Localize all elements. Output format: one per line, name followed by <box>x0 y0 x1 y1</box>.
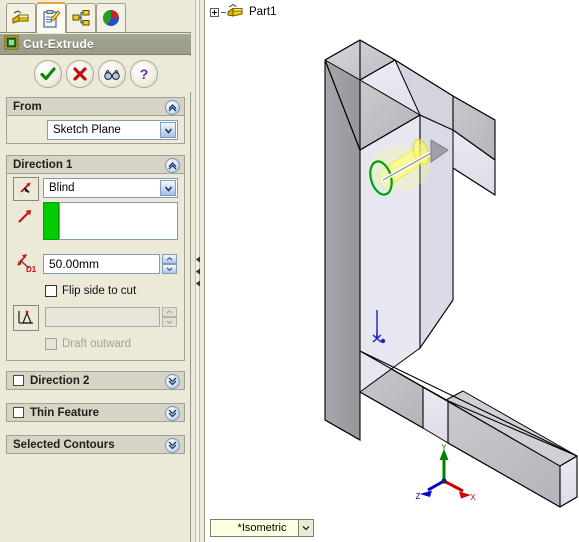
group-label-direction2: Direction 2 <box>30 374 90 387</box>
group-header-direction2[interactable]: Direction 2 <box>6 371 185 390</box>
draft-stepper-up <box>162 307 177 317</box>
depth-value: 50.00mm <box>49 257 100 271</box>
draft-stepper-down <box>162 317 177 327</box>
draft-angle-input <box>45 307 160 327</box>
flip-side-to-cut-checkbox[interactable]: Flip side to cut <box>45 285 136 297</box>
chevron-left-icon <box>195 280 200 286</box>
coordinate-triad: Y X Z <box>416 443 477 502</box>
reverse-direction-icon <box>17 179 35 200</box>
feature-title-bar: Cut-Extrude <box>0 34 191 55</box>
reverse-direction-button[interactable] <box>13 177 39 201</box>
svg-text:?: ? <box>139 66 148 82</box>
property-manager-actions: ? <box>0 56 191 92</box>
group-body-direction1: Blind D1 50.00mm Flip side to cut Draft … <box>6 174 185 361</box>
sidebar-item-feature-manager[interactable] <box>6 3 36 32</box>
depth-stepper-down[interactable] <box>162 264 177 274</box>
cut-extrude-icon <box>4 35 19 53</box>
start-condition-select[interactable]: Sketch Plane <box>47 120 178 140</box>
page-title: Cut-Extrude <box>23 37 94 51</box>
chevron-down-icon[interactable] <box>298 520 313 536</box>
chevron-left-icon <box>195 256 200 262</box>
panel-splitter[interactable] <box>191 0 205 542</box>
graphics-area[interactable]: Part1 Y X Z *Isometric <box>205 0 579 542</box>
view-orientation-select[interactable]: *Isometric <box>210 519 314 537</box>
group-header-from[interactable]: From <box>6 97 185 116</box>
collapse-chevron-up-icon[interactable] <box>165 100 180 115</box>
sidebar-item-configuration-manager[interactable] <box>66 3 96 32</box>
depth-input[interactable]: 50.00mm <box>43 254 160 274</box>
expand-chevron-down-icon[interactable] <box>165 374 180 389</box>
depth-d1-icon: D1 <box>13 252 39 277</box>
red-x-icon <box>71 65 89 83</box>
colored-cube-icon <box>101 9 121 27</box>
chevron-left-icon <box>195 268 200 274</box>
chevron-down-icon[interactable] <box>160 122 176 138</box>
draft-outward-label: Draft outward <box>62 338 132 350</box>
direction-arrow-icon <box>15 206 35 229</box>
group-label-selected-contours: Selected Contours <box>13 438 115 451</box>
glasses-icon <box>103 65 121 83</box>
solidworks-window: Cut-Extrude ? From Sketch Plane Directio… <box>0 0 579 542</box>
end-condition-select[interactable]: Blind <box>43 178 178 198</box>
3d-model-view[interactable] <box>205 0 579 542</box>
triad-x-label: X <box>470 493 476 502</box>
green-check-icon <box>39 65 57 83</box>
svg-text:D1: D1 <box>26 265 37 274</box>
group-header-direction1[interactable]: Direction 1 <box>6 155 185 174</box>
direction-vector-selection-box[interactable] <box>59 202 178 240</box>
checkbox-box <box>45 285 57 297</box>
depth-stepper[interactable] <box>162 254 177 274</box>
cancel-button[interactable] <box>65 60 94 88</box>
start-condition-value: Sketch Plane <box>53 124 121 136</box>
help-button[interactable]: ? <box>129 60 158 88</box>
clipboard-pencil-icon <box>41 9 61 29</box>
draft-outward-checkbox: Draft outward <box>45 338 131 350</box>
checkbox-box <box>45 338 57 350</box>
triad-z-label: Z <box>416 492 421 501</box>
draft-angle-stepper <box>162 307 177 327</box>
sidebar-item-display-manager[interactable] <box>96 3 126 32</box>
collapse-chevron-up-icon[interactable] <box>165 158 180 173</box>
expand-chevron-down-icon[interactable] <box>165 406 180 421</box>
group-body-from: Sketch Plane <box>6 116 185 144</box>
property-manager-panel: Cut-Extrude ? From Sketch Plane Directio… <box>0 0 191 542</box>
preview-button[interactable] <box>97 60 126 88</box>
end-condition-value: Blind <box>49 182 75 194</box>
draft-angle-icon <box>17 308 35 329</box>
chevron-down-icon[interactable] <box>160 180 176 196</box>
group-header-thin-feature[interactable]: Thin Feature <box>6 403 185 422</box>
ok-button[interactable] <box>33 60 62 88</box>
draft-angle-button[interactable] <box>13 305 39 331</box>
flip-side-to-cut-label: Flip side to cut <box>62 285 137 297</box>
sidebar-item-property-manager[interactable] <box>36 2 66 33</box>
view-orientation-value: *Isometric <box>237 522 287 534</box>
group-label-thin-feature: Thin Feature <box>30 406 100 419</box>
group-label-from: From <box>13 100 42 113</box>
triad-y-label: Y <box>441 443 447 452</box>
group-header-selected-contours[interactable]: Selected Contours <box>6 435 185 454</box>
question-mark-icon: ? <box>135 65 153 83</box>
manager-tab-strip <box>0 0 191 33</box>
direction-vector-indicator <box>43 202 59 240</box>
part-tree-icon <box>11 9 31 27</box>
splitter-collapse-handle[interactable] <box>194 253 202 289</box>
group-label-direction1: Direction 1 <box>13 158 73 171</box>
thin-feature-enable-checkbox[interactable] <box>13 407 24 418</box>
expand-chevron-down-icon[interactable] <box>165 438 180 453</box>
direction2-enable-checkbox[interactable] <box>13 375 24 386</box>
configuration-tree-icon <box>71 9 91 27</box>
depth-stepper-up[interactable] <box>162 254 177 264</box>
